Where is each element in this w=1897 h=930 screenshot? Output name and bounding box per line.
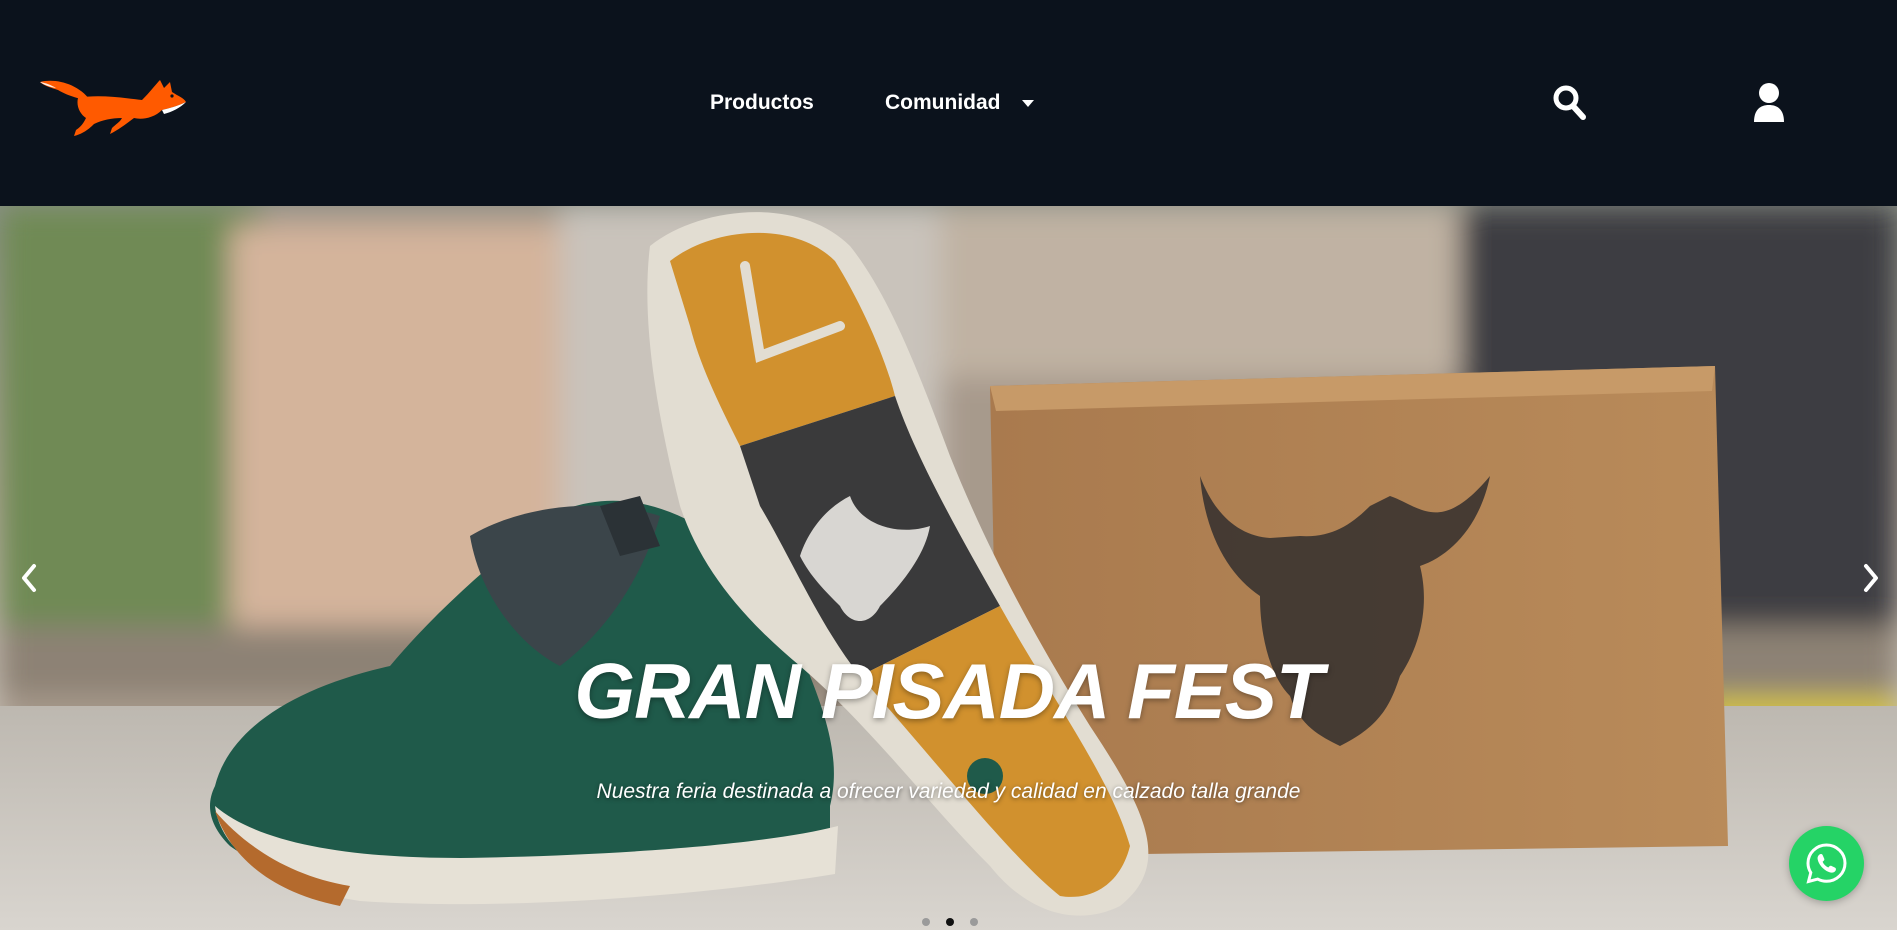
whatsapp-icon [1806,843,1847,884]
chevron-down-icon[interactable] [1020,96,1036,110]
chevron-right-icon[interactable] [1856,556,1886,600]
site-header: Productos Comunidad [0,0,1897,206]
hero-title: GRAN PISADA FEST [574,647,1323,735]
slider-dot[interactable] [970,918,978,926]
search-icon[interactable] [1552,84,1586,120]
nav-comunidad[interactable]: Comunidad [885,88,1001,118]
hero-slider: GRAN PISADA FEST Nuestra feria destinada… [0,206,1897,930]
hero-subtitle: Nuestra feria destinada a ofrecer varied… [596,780,1301,803]
slider-pagination [918,916,978,928]
slider-dot[interactable] [922,918,930,926]
slider-dot[interactable] [946,918,954,926]
whatsapp-button[interactable] [1789,826,1864,901]
main-nav: Productos Comunidad [0,88,1897,118]
user-icon[interactable] [1752,82,1786,122]
nav-productos[interactable]: Productos [710,88,814,118]
hero-image [0,206,1897,930]
chevron-left-icon[interactable] [14,556,44,600]
